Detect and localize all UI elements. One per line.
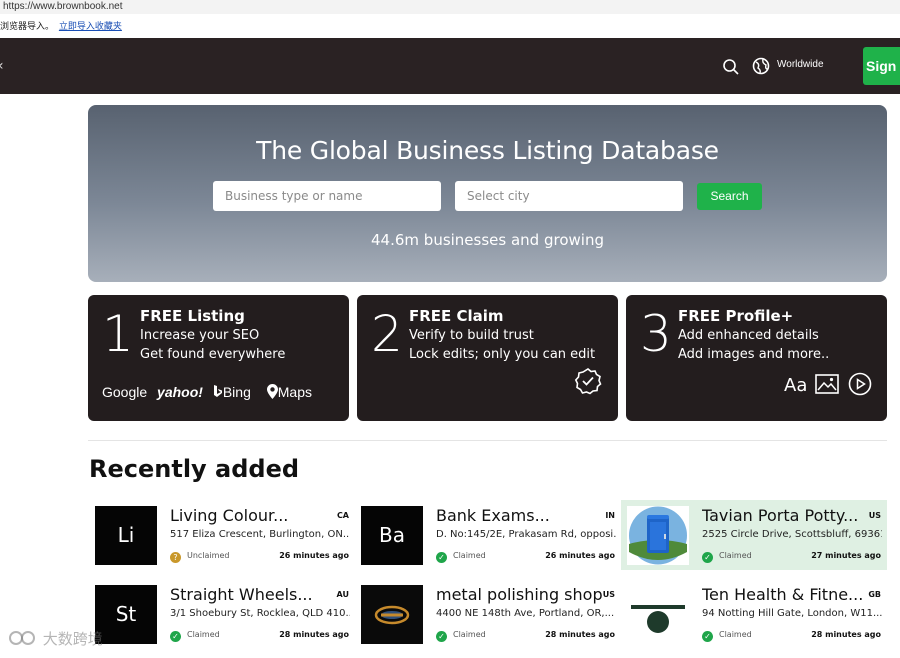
google-logo: Google xyxy=(102,384,148,400)
listing-card[interactable]: metal polishing shop US 4400 NE 148th Av… xyxy=(355,579,621,649)
listing-thumbnail: Li xyxy=(95,506,157,565)
unclaimed-icon: ? xyxy=(170,552,181,563)
claim-status: ✓ Claimed xyxy=(702,630,752,642)
listing-address: 94 Notting Hill Gate, London, W11... xyxy=(702,608,882,619)
import-bar: 浏览器导入。 立即导入收藏夹 xyxy=(0,15,900,37)
listing-card[interactable]: Ten Health & Fitne... GB 94 Notting Hill… xyxy=(621,579,887,649)
listing-address: 517 Eliza Crescent, Burlington, ON... xyxy=(170,529,350,540)
business-count-stat: 44.6m businesses and growing xyxy=(371,231,604,249)
check-circle-icon: ✓ xyxy=(436,631,447,642)
globe-icon[interactable] xyxy=(752,57,770,75)
hero-banner: The Global Business Listing Database Sea… xyxy=(88,105,887,282)
feature-card-free-profile-plus[interactable]: 3 FREE Profile+ Add enhanced details Add… xyxy=(626,295,887,421)
yahoo-logo: yahoo! xyxy=(157,384,203,400)
listing-card[interactable]: St Straight Wheels... AU 3/1 Shoebury St… xyxy=(89,579,355,649)
recently-added-heading: Recently added xyxy=(89,455,300,483)
card-line: Get found everywhere xyxy=(140,347,286,362)
listing-thumbnail xyxy=(627,585,689,644)
image-icon xyxy=(815,374,839,394)
claim-status: ? Unclaimed xyxy=(170,551,229,563)
import-bookmarks-link[interactable]: 立即导入收藏夹 xyxy=(59,22,122,32)
card-number: 2 xyxy=(371,305,403,363)
card-line: Add enhanced details xyxy=(678,328,819,343)
check-circle-icon: ✓ xyxy=(170,631,181,642)
card-line: Verify to build trust xyxy=(409,328,534,343)
card-line: Increase your SEO xyxy=(140,328,260,343)
watermark: 大数跨境 xyxy=(8,628,103,649)
city-select-input[interactable] xyxy=(455,181,683,211)
section-divider xyxy=(88,440,887,441)
feature-card-free-listing[interactable]: 1 FREE Listing Increase your SEO Get fou… xyxy=(88,295,349,421)
metal-polishing-logo xyxy=(361,585,423,644)
country-code: AU xyxy=(336,590,349,599)
listing-thumbnail: Ba xyxy=(361,506,423,565)
search-engine-logos: Google yahoo! Bing Maps xyxy=(102,384,324,400)
check-circle-icon: ✓ xyxy=(702,552,713,563)
url-bar[interactable]: https://www.brownbook.net xyxy=(0,0,900,14)
claim-status: ✓ Claimed xyxy=(436,630,486,642)
listing-name[interactable]: Bank Exams... xyxy=(436,506,606,525)
listing-name[interactable]: Living Colour... xyxy=(170,506,340,525)
listing-name[interactable]: metal polishing shop xyxy=(436,585,606,604)
listing-time: 28 minutes ago xyxy=(545,630,615,639)
card-line: Lock edits; only you can edit xyxy=(409,347,596,362)
sign-in-button[interactable]: Sign i xyxy=(863,47,900,85)
listing-card[interactable]: Tavian Porta Potty... US 2525 Circle Dri… xyxy=(621,500,887,570)
listing-name[interactable]: Straight Wheels... xyxy=(170,585,340,604)
menu-edge-icon[interactable]: ‹ xyxy=(0,58,4,74)
card-number: 3 xyxy=(640,305,672,363)
listing-address: D. No:145/2E, Prakasam Rd, opposi... xyxy=(436,529,616,540)
country-code: IN xyxy=(605,511,615,520)
listing-address: 4400 NE 148th Ave, Portland, OR,... xyxy=(436,608,615,619)
maps-logo: Maps xyxy=(266,384,318,400)
card-title: FREE Claim xyxy=(409,307,504,325)
claim-status: ✓ Claimed xyxy=(170,630,220,642)
check-circle-icon: ✓ xyxy=(436,552,447,563)
listing-card[interactable]: Li Living Colour... CA 517 Eliza Crescen… xyxy=(89,500,355,570)
listing-time: 27 minutes ago xyxy=(811,551,881,560)
url-text: https://www.brownbook.net xyxy=(3,1,123,12)
listing-thumbnail: St xyxy=(95,585,157,644)
listing-time: 26 minutes ago xyxy=(545,551,615,560)
listing-name[interactable]: Ten Health & Fitne... xyxy=(702,585,872,604)
top-nav: ‹ Worldwide Sign i xyxy=(0,38,900,94)
claim-status: ✓ Claimed xyxy=(436,551,486,563)
search-icon[interactable] xyxy=(722,58,740,76)
region-selector[interactable]: Worldwide xyxy=(777,59,824,70)
listing-thumbnail xyxy=(627,506,689,565)
listing-address: 2525 Circle Drive, Scottsbluff, 69361 xyxy=(702,529,882,540)
search-button[interactable]: Search xyxy=(697,183,762,210)
listing-address: 3/1 Shoebury St, Rocklea, QLD 410... xyxy=(170,608,350,619)
claim-status: ✓ Claimed xyxy=(702,551,752,563)
check-circle-icon: ✓ xyxy=(702,631,713,642)
country-code: CA xyxy=(336,511,349,520)
fitness-logo xyxy=(631,605,685,633)
country-code: GB xyxy=(868,590,881,599)
import-text: 浏览器导入。 xyxy=(0,22,55,32)
bing-icon xyxy=(213,385,222,397)
card-number: 1 xyxy=(102,305,134,363)
business-search-input[interactable] xyxy=(213,181,441,211)
play-icon xyxy=(848,372,872,396)
map-pin-icon xyxy=(266,384,278,399)
feature-card-free-claim[interactable]: 2 FREE Claim Verify to build trust Lock … xyxy=(357,295,618,421)
hero-title: The Global Business Listing Database xyxy=(256,136,719,165)
card-title: FREE Profile+ xyxy=(678,307,794,325)
listing-card[interactable]: Ba Bank Exams... IN D. No:145/2E, Prakas… xyxy=(355,500,621,570)
card-line: Add images and more.. xyxy=(678,347,830,362)
listing-time: 26 minutes ago xyxy=(279,551,349,560)
listing-name[interactable]: Tavian Porta Potty... xyxy=(702,506,872,525)
bing-logo: Bing xyxy=(213,384,261,400)
country-code: US xyxy=(602,590,615,599)
text-format-icon: Aa xyxy=(784,375,808,396)
country-code: US xyxy=(868,511,881,520)
verified-badge-icon xyxy=(574,368,602,395)
portable-toilet-photo xyxy=(629,506,687,565)
listing-time: 28 minutes ago xyxy=(811,630,881,639)
watermark-logo-icon xyxy=(9,631,35,645)
listing-thumbnail xyxy=(361,585,423,644)
listing-time: 28 minutes ago xyxy=(279,630,349,639)
card-title: FREE Listing xyxy=(140,307,245,325)
